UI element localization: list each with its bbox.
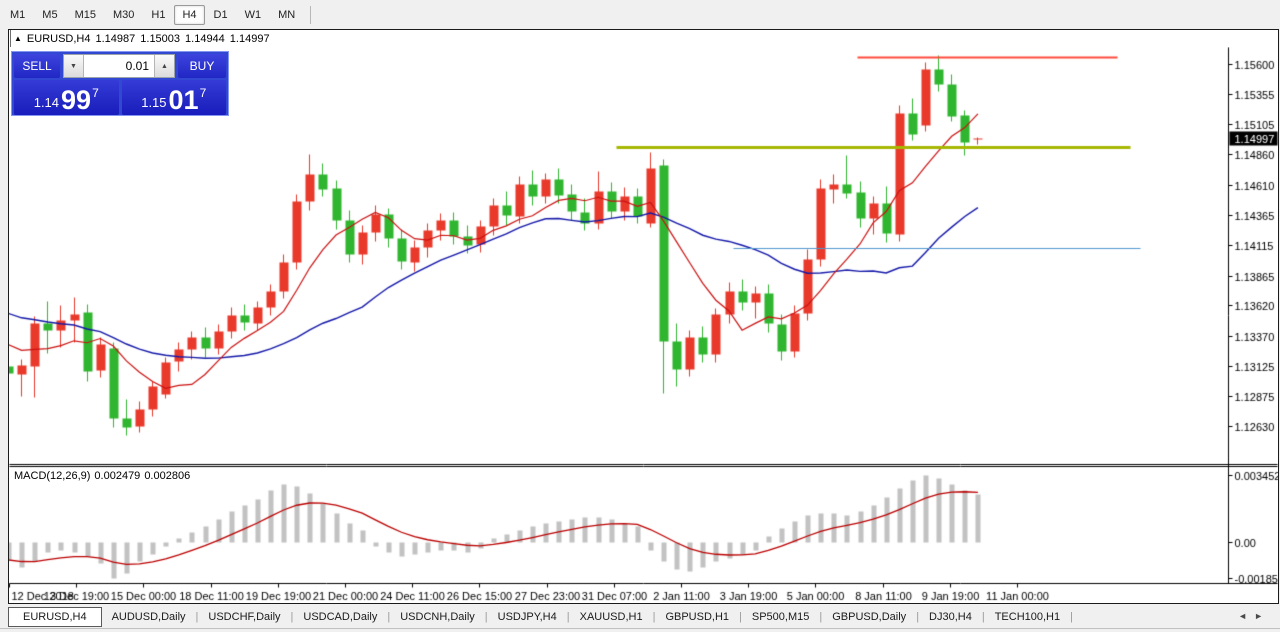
- chart-tab-usdcad-daily[interactable]: USDCAD,Daily: [293, 608, 387, 626]
- price-chart-canvas[interactable]: [9, 47, 1278, 603]
- timeframe-button-h4[interactable]: H4: [174, 5, 204, 25]
- ohlc-close: 1.14997: [230, 33, 270, 45]
- ohlc-low: 1.14944: [185, 33, 225, 45]
- ask-price-button[interactable]: 1.15017: [122, 80, 227, 115]
- chart-tab-eurusd-h4[interactable]: EURUSD,H4: [8, 607, 102, 627]
- tab-scroll-right-icon[interactable]: ►: [1254, 611, 1270, 621]
- ask-price-pip: 7: [200, 86, 207, 100]
- collapse-triangle-icon[interactable]: ▲: [14, 34, 22, 43]
- timeframe-button-w1[interactable]: W1: [237, 5, 270, 25]
- volume-stepper: ▼ ▲: [63, 54, 175, 78]
- chart-tab-bar: EURUSD,H4AUDUSD,Daily|USDCHF,Daily|USDCA…: [0, 605, 1280, 632]
- ask-price-big: 01: [169, 87, 199, 113]
- ask-price-prefix: 1.15: [141, 95, 166, 110]
- macd-indicator-label: MACD(12,26,9) 0.002479 0.002806: [14, 470, 194, 482]
- mt4-workspace: M1M5M15M30H1H4D1W1MN ▲ EURUSD,H4 1.14987 1.…: [0, 0, 1280, 632]
- volume-input[interactable]: [84, 55, 154, 77]
- chart-tab-gbpusd-h1[interactable]: GBPUSD,H1: [655, 608, 739, 626]
- volume-increase-icon[interactable]: ▲: [154, 55, 174, 77]
- toolbar-separator: [310, 6, 311, 24]
- macd-main-value: 0.002479: [94, 470, 140, 482]
- tab-separator: |: [1070, 611, 1073, 623]
- bid-price-pip: 7: [92, 86, 99, 100]
- timeframe-button-m30[interactable]: M30: [105, 5, 142, 25]
- buy-button[interactable]: BUY: [178, 54, 226, 78]
- chart-tab-gbpusd-daily[interactable]: GBPUSD,Daily: [822, 608, 916, 626]
- timeframe-toolbar: M1M5M15M30H1H4D1W1MN: [0, 0, 1280, 29]
- bid-price-button[interactable]: 1.14997: [14, 80, 119, 115]
- timeframe-button-mn[interactable]: MN: [270, 5, 303, 25]
- timeframe-button-d1[interactable]: D1: [206, 5, 236, 25]
- chart-tab-usdjpy-h4[interactable]: USDJPY,H4: [488, 608, 567, 626]
- chart-tab-usdcnh-daily[interactable]: USDCNH,Daily: [390, 608, 485, 626]
- chart-tab-dj30-h4[interactable]: DJ30,H4: [919, 608, 982, 626]
- timeframe-button-m1[interactable]: M1: [2, 5, 33, 25]
- chart-symbol-label: EURUSD,H4: [27, 33, 91, 45]
- sell-button[interactable]: SELL: [14, 54, 60, 78]
- one-click-trading-panel: SELL ▼ ▲ BUY 1.14997 1.15017: [11, 51, 229, 116]
- timeframe-button-m15[interactable]: M15: [67, 5, 104, 25]
- tab-bar-divider: [0, 628, 1280, 629]
- timeframe-button-m5[interactable]: M5: [34, 5, 65, 25]
- chart-tab-sp500-m15[interactable]: SP500,M15: [742, 608, 819, 626]
- chart-tab-tech100-h1[interactable]: TECH100,H1: [985, 608, 1070, 626]
- volume-decrease-icon[interactable]: ▼: [64, 55, 84, 77]
- chart-tab-xauusd-h1[interactable]: XAUUSD,H1: [570, 608, 653, 626]
- chart-title: ▲ EURUSD,H4 1.14987 1.15003 1.14944 1.14997: [14, 33, 270, 47]
- tab-scroll-left-icon[interactable]: ◄: [1238, 611, 1254, 621]
- ohlc-open: 1.14987: [96, 33, 136, 45]
- macd-signal-value: 0.002806: [144, 470, 190, 482]
- macd-name: MACD(12,26,9): [14, 470, 90, 482]
- bid-price-big: 99: [61, 87, 91, 113]
- ohlc-high: 1.15003: [140, 33, 180, 45]
- bid-price-prefix: 1.14: [34, 95, 59, 110]
- chart-tab-usdchf-daily[interactable]: USDCHF,Daily: [198, 608, 290, 626]
- timeframe-button-h1[interactable]: H1: [143, 5, 173, 25]
- chart-tab-audusd-daily[interactable]: AUDUSD,Daily: [102, 608, 196, 626]
